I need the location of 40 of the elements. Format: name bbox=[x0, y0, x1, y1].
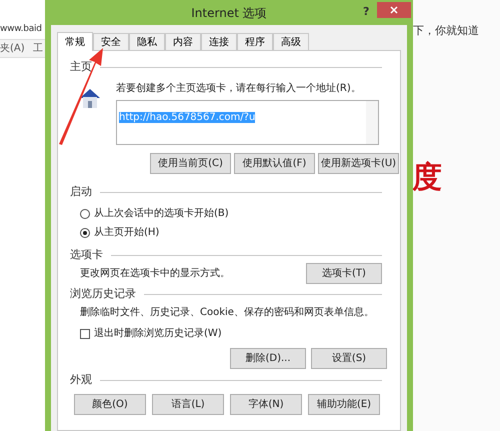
checkbox[interactable] bbox=[80, 328, 90, 338]
tab[interactable]: 常规 bbox=[57, 32, 93, 51]
radio-button[interactable] bbox=[80, 228, 90, 238]
checkbox-label: 退出时删除浏览历史记录(W) bbox=[94, 326, 222, 341]
dialog-button[interactable]: 设置(S) bbox=[311, 348, 387, 369]
section-heading: 选项卡 bbox=[70, 246, 103, 263]
radio-label: 从上次会话中的选项卡开始(B) bbox=[94, 206, 229, 221]
address-text: www.baid bbox=[0, 23, 42, 36]
close-button[interactable] bbox=[377, 2, 411, 18]
radio-label: 从主页开始(H) bbox=[94, 226, 160, 240]
tab[interactable]: 高级 bbox=[273, 33, 309, 50]
menu-item[interactable]: 工 bbox=[33, 41, 43, 56]
home-page-hint: 若要创建多个主页选项卡，请在每行输入一个地址(R)。 bbox=[116, 82, 362, 96]
tab[interactable]: 连接 bbox=[201, 33, 237, 50]
close-icon bbox=[390, 6, 398, 14]
tab[interactable]: 安全 bbox=[93, 33, 129, 50]
dialog-button[interactable]: 使用新选项卡(U) bbox=[318, 153, 399, 174]
section-heading: 外观 bbox=[70, 372, 92, 388]
logo-text: 度 bbox=[412, 163, 442, 193]
tabs-description: 更改网页在选项卡中的显示方式。 bbox=[80, 266, 230, 281]
section-heading: 浏览历史记录 bbox=[70, 286, 136, 302]
help-button[interactable]: ? bbox=[363, 4, 370, 20]
tab[interactable]: 内容 bbox=[165, 33, 201, 50]
section-heading: 主页 bbox=[70, 58, 92, 75]
dialog-button[interactable]: 删除(D)... bbox=[230, 348, 306, 369]
dialog-button[interactable]: 使用当前页(C) bbox=[150, 153, 231, 174]
page-text: 下，你就知道 bbox=[413, 23, 479, 39]
menu-item[interactable]: 夹(A) bbox=[0, 41, 25, 56]
section-heading: 启动 bbox=[70, 184, 92, 200]
dialog-button[interactable]: 使用默认值(F) bbox=[234, 153, 315, 174]
window-title: Internet 选项 bbox=[191, 4, 267, 22]
radio-button[interactable] bbox=[80, 208, 90, 218]
tab[interactable]: 程序 bbox=[237, 33, 273, 50]
dialog-button[interactable]: 字体(N) bbox=[230, 394, 302, 415]
tab[interactable]: 隐私 bbox=[129, 33, 165, 50]
history-description: 删除临时文件、历史记录、Cookie、保存的密码和网页表单信息。 bbox=[80, 306, 375, 320]
dialog-button[interactable]: 选项卡(T) bbox=[306, 263, 382, 284]
dialog-button[interactable]: 颜色(O) bbox=[74, 394, 146, 415]
dialog-button[interactable]: 辅助功能(E) bbox=[308, 394, 380, 415]
dialog-button[interactable]: 语言(L) bbox=[152, 394, 224, 415]
